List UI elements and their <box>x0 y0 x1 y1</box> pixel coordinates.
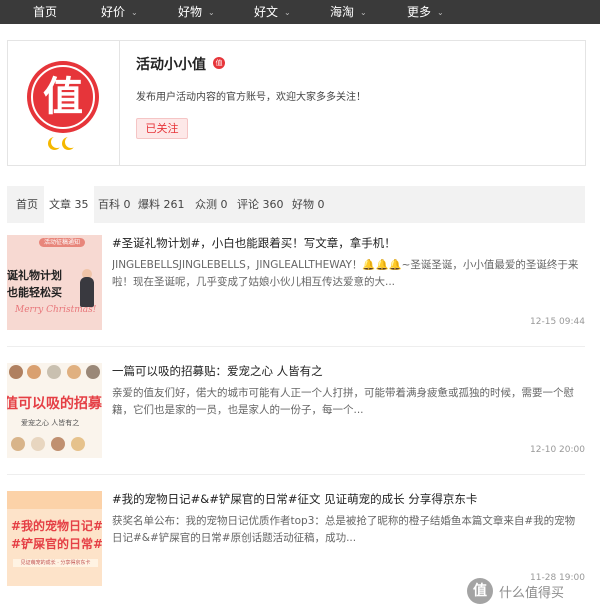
list-item[interactable]: 活动征稿通知 诞礼物计划 也能轻松买 Merry Christmas! #圣诞礼… <box>7 235 585 330</box>
tab-count: 261 <box>163 198 185 211</box>
tab-comments[interactable]: 评论 360 <box>237 186 284 223</box>
thumbnail-tag: 活动征稿通知 <box>39 238 85 247</box>
chevron-down-icon: ⌄ <box>131 8 138 17</box>
nav-item-label: 好物 <box>178 5 203 19</box>
tab-count: 0 <box>317 198 325 211</box>
article-summary: 亲爱的值友们好，偌大的城市可能有人正一个人打拼，可能带着满身疲惫或孤独的时候，需… <box>112 387 574 416</box>
article-thumbnail[interactable]: #我的宠物日记# #铲屎官的日常# 见证萌宠的成长 · 分享得京东卡 <box>7 491 102 586</box>
tab-reviews[interactable]: 众测 0 <box>195 186 228 223</box>
site-logo-icon: 值 <box>467 578 493 604</box>
tab-count: 35 <box>74 198 89 211</box>
pet-photo <box>9 365 23 379</box>
thumbnail-text: 诞礼物计划 <box>7 269 62 282</box>
article-title[interactable]: #圣诞礼物计划#，小白也能跟着买！写文章，拿手机！ <box>112 235 396 251</box>
pet-photo <box>71 437 85 451</box>
pet-photo <box>51 437 65 451</box>
article-thumbnail[interactable]: 活动征稿通知 诞礼物计划 也能轻松买 Merry Christmas! <box>7 235 102 330</box>
pet-photo <box>47 365 61 379</box>
nav-item-articles[interactable]: 好文 ⌄ <box>254 0 291 24</box>
nav-item-goods[interactable]: 好物 ⌄ <box>178 0 215 24</box>
pet-photo <box>11 437 25 451</box>
list-item[interactable]: 值可以吸的招募 爱宠之心 人皆有之 一篇可以吸的招募贴：爱宠之心 人皆有之 亲爱… <box>7 363 585 458</box>
crescent-medal-icon <box>62 136 77 150</box>
nav-item-more[interactable]: 更多 ⌄ <box>407 0 444 24</box>
article-title[interactable]: 一篇可以吸的招募贴：爱宠之心 人皆有之 <box>112 363 323 379</box>
divider <box>7 474 585 475</box>
thumbnail-text: 见证萌宠的成长 · 分享得京东卡 <box>13 559 98 567</box>
tab-count: 360 <box>262 198 284 211</box>
watermark-text: 什么值得买 <box>499 586 565 601</box>
tab-home[interactable]: 首页 <box>16 186 38 223</box>
medal-icons <box>48 136 82 151</box>
crescent-medal-icon <box>48 136 63 150</box>
tab-label: 百科 <box>98 198 120 211</box>
pet-photo <box>67 365 81 379</box>
pet-photo <box>27 365 41 379</box>
nav-item-label: 好价 <box>101 5 126 19</box>
nav-item-overseas[interactable]: 海淘 ⌄ <box>330 0 367 24</box>
nav-item-label: 首页 <box>33 5 58 19</box>
pet-photos <box>7 437 102 453</box>
chevron-down-icon: ⌄ <box>284 8 291 17</box>
tab-label: 好物 <box>292 198 314 211</box>
tab-label: 爆料 <box>138 198 160 211</box>
profile-divider <box>119 41 120 165</box>
list-item[interactable]: #我的宠物日记# #铲屎官的日常# 见证萌宠的成长 · 分享得京东卡 #我的宠物… <box>7 491 585 586</box>
tab-deals[interactable]: 爆料 261 <box>138 186 185 223</box>
tab-label: 评论 <box>237 198 259 211</box>
tab-count: 0 <box>123 198 131 211</box>
article-title[interactable]: #我的宠物日记#&#铲屎官的日常#征文 见证萌宠的成长 分享得京东卡 <box>112 491 477 507</box>
site-watermark: 值 什么值得买 <box>467 578 600 608</box>
nav-item-label: 更多 <box>407 5 432 19</box>
nav-item-label: 好文 <box>254 5 279 19</box>
nav-item-label: 海淘 <box>330 5 355 19</box>
tab-count: 0 <box>220 198 228 211</box>
pet-photo <box>86 365 100 379</box>
profile-description: 发布用户活动内容的官方账号，欢迎大家多多关注！ <box>136 92 366 103</box>
tab-wiki[interactable]: 百科 0 <box>98 186 131 223</box>
pet-photos <box>7 365 102 381</box>
thumbnail-text: 爱宠之心 人皆有之 <box>21 419 80 427</box>
top-nav: 首页 好价 ⌄ 好物 ⌄ 好文 ⌄ 海淘 ⌄ 更多 ⌄ <box>0 0 600 24</box>
thumbnail-banner <box>7 491 102 509</box>
tab-articles[interactable]: 文章 35 <box>44 186 94 223</box>
article-time: 12-15 09:44 <box>530 317 585 327</box>
tab-label: 文章 <box>49 198 71 211</box>
avatar-logo: 值 <box>43 73 83 120</box>
thumbnail-text: #我的宠物日记# <box>11 519 102 533</box>
thumbnail-text: #铲屎官的日常# <box>11 537 102 551</box>
chevron-down-icon: ⌄ <box>360 8 367 17</box>
profile-name: 活动小小值 <box>136 57 206 73</box>
profile-tabs: 首页 文章 35 百科 0 爆料 261 众测 0 评论 360 好物 0 <box>7 186 585 223</box>
profile-card: 值 活动小小值 值 发布用户活动内容的官方账号，欢迎大家多多关注！ 已关注 <box>7 40 586 166</box>
article-time: 12-10 20:00 <box>530 445 585 455</box>
person-illustration <box>80 277 94 307</box>
article-thumbnail[interactable]: 值可以吸的招募 爱宠之心 人皆有之 <box>7 363 102 458</box>
tab-label: 首页 <box>16 198 38 211</box>
follow-button[interactable]: 已关注 <box>136 118 188 139</box>
chevron-down-icon: ⌄ <box>208 8 215 17</box>
tab-goods[interactable]: 好物 0 <box>292 186 325 223</box>
nav-item-deals[interactable]: 好价 ⌄ <box>101 0 138 24</box>
divider <box>7 346 585 347</box>
pet-photo <box>31 437 45 451</box>
nav-item-home[interactable]: 首页 <box>33 0 57 24</box>
chevron-down-icon: ⌄ <box>437 8 444 17</box>
official-badge-icon: 值 <box>213 57 225 69</box>
thumbnail-text: 也能轻松买 <box>7 286 62 299</box>
article-summary: JINGLEBELLSJINGLEBELLS，JINGLEALLTHEWAY！🔔… <box>112 259 579 288</box>
article-summary: 获奖名单公布：我的宠物日记优质作者top3：总是被抢了昵称的橙子结婚鱼本篇文章来… <box>112 515 576 544</box>
tab-label: 众测 <box>195 198 217 211</box>
thumbnail-text: 值可以吸的招募 <box>7 396 102 412</box>
avatar[interactable]: 值 <box>27 61 99 133</box>
